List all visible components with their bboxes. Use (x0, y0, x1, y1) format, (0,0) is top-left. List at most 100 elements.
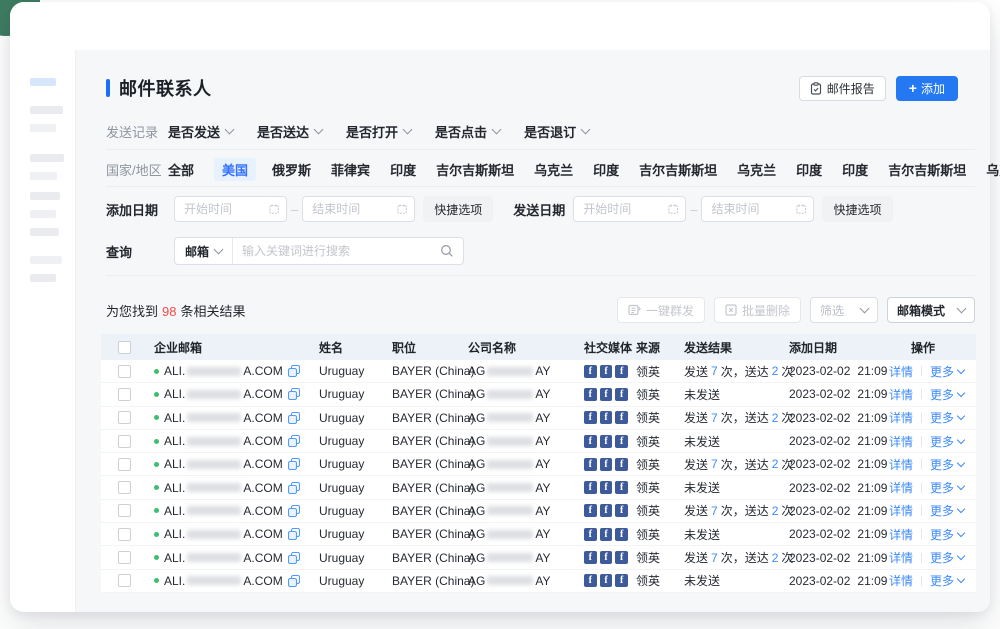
send-date-quick-options-button[interactable]: 快捷选项 (822, 196, 892, 222)
mail-report-button[interactable]: 邮件报告 (799, 76, 886, 101)
sidebar-item-skeleton[interactable] (30, 228, 59, 236)
facebook-icon[interactable]: f (615, 435, 628, 448)
send-filter-dropdown[interactable]: 是否打开 (346, 122, 411, 141)
detail-link[interactable]: 详情 (889, 386, 913, 403)
send-filter-dropdown[interactable]: 是否发送 (168, 122, 233, 141)
more-link[interactable]: 更多 (930, 433, 964, 450)
copy-icon[interactable] (288, 482, 300, 494)
country-option[interactable]: 乌克兰 (534, 160, 573, 179)
facebook-icon[interactable]: f (584, 528, 597, 541)
country-option[interactable]: 印度 (593, 160, 619, 179)
detail-link[interactable]: 详情 (889, 456, 913, 473)
more-link[interactable]: 更多 (930, 572, 964, 589)
country-option[interactable]: 全部 (168, 160, 194, 179)
more-link[interactable]: 更多 (930, 526, 964, 543)
facebook-icon[interactable]: f (584, 504, 597, 517)
country-option[interactable]: 乌克兰 (737, 160, 776, 179)
mailbox-mode-select[interactable]: 邮箱模式 (887, 297, 975, 323)
copy-icon[interactable] (288, 528, 300, 540)
row-checkbox[interactable] (118, 551, 131, 564)
country-option[interactable]: 印度 (390, 160, 416, 179)
row-checkbox[interactable] (118, 365, 131, 378)
add-date-quick-options-button[interactable]: 快捷选项 (423, 196, 493, 222)
sidebar-item-skeleton[interactable] (30, 256, 62, 264)
facebook-icon[interactable]: f (600, 574, 613, 587)
detail-link[interactable]: 详情 (889, 502, 913, 519)
row-checkbox[interactable] (118, 574, 131, 587)
sidebar-item-skeleton[interactable] (30, 154, 64, 162)
row-checkbox[interactable] (118, 458, 131, 471)
send-filter-dropdown[interactable]: 是否退订 (524, 122, 589, 141)
detail-link[interactable]: 详情 (889, 433, 913, 450)
copy-icon[interactable] (288, 365, 300, 377)
more-link[interactable]: 更多 (930, 479, 964, 496)
filter-select[interactable]: 筛选 (810, 297, 878, 323)
facebook-icon[interactable]: f (600, 458, 613, 471)
sidebar-item-skeleton[interactable] (30, 124, 56, 132)
country-option[interactable]: 菲律宾 (331, 160, 370, 179)
sidebar-item-skeleton[interactable] (30, 210, 56, 218)
add-contact-button[interactable]: + 添加 (896, 76, 958, 101)
more-link[interactable]: 更多 (930, 502, 964, 519)
copy-icon[interactable] (288, 388, 300, 400)
facebook-icon[interactable]: f (600, 388, 613, 401)
copy-icon[interactable] (288, 552, 300, 564)
facebook-icon[interactable]: f (615, 458, 628, 471)
more-link[interactable]: 更多 (930, 409, 964, 426)
sidebar-item-skeleton[interactable] (30, 106, 63, 114)
facebook-icon[interactable]: f (615, 388, 628, 401)
country-option[interactable]: 吉尔吉斯斯坦 (639, 160, 717, 179)
sidebar-item-skeleton[interactable] (30, 274, 56, 282)
facebook-icon[interactable]: f (584, 481, 597, 494)
facebook-icon[interactable]: f (600, 435, 613, 448)
sidebar-item-skeleton[interactable] (30, 172, 57, 180)
more-link[interactable]: 更多 (930, 363, 964, 380)
country-option[interactable]: 吉尔吉斯斯坦 (888, 160, 966, 179)
more-link[interactable]: 更多 (930, 549, 964, 566)
detail-link[interactable]: 详情 (889, 572, 913, 589)
send-filter-dropdown[interactable]: 是否送达 (257, 122, 322, 141)
copy-icon[interactable] (288, 435, 300, 447)
facebook-icon[interactable]: f (615, 504, 628, 517)
facebook-icon[interactable]: f (584, 551, 597, 564)
row-checkbox[interactable] (118, 435, 131, 448)
facebook-icon[interactable]: f (584, 574, 597, 587)
query-field-select[interactable]: 邮箱 (175, 238, 233, 264)
bulk-delete-button[interactable]: 批量删除 (714, 297, 801, 323)
facebook-icon[interactable]: f (600, 365, 613, 378)
copy-icon[interactable] (288, 458, 300, 470)
send-date-start-input[interactable] (573, 196, 686, 222)
search-input[interactable] (233, 244, 440, 258)
facebook-icon[interactable]: f (584, 435, 597, 448)
add-date-end-input[interactable] (302, 196, 415, 222)
country-option[interactable]: 印度 (842, 160, 868, 179)
facebook-icon[interactable]: f (584, 388, 597, 401)
facebook-icon[interactable]: f (600, 504, 613, 517)
facebook-icon[interactable]: f (600, 528, 613, 541)
detail-link[interactable]: 详情 (889, 526, 913, 543)
more-link[interactable]: 更多 (930, 456, 964, 473)
country-option[interactable]: 印度 (796, 160, 822, 179)
facebook-icon[interactable]: f (615, 411, 628, 424)
country-option[interactable]: 吉尔吉斯斯坦 (436, 160, 514, 179)
row-checkbox[interactable] (118, 411, 131, 424)
country-option[interactable]: 俄罗斯 (272, 160, 311, 179)
detail-link[interactable]: 详情 (889, 549, 913, 566)
row-checkbox[interactable] (118, 504, 131, 517)
add-date-start-input[interactable] (174, 196, 287, 222)
facebook-icon[interactable]: f (615, 574, 628, 587)
facebook-icon[interactable]: f (615, 528, 628, 541)
detail-link[interactable]: 详情 (889, 479, 913, 496)
row-checkbox[interactable] (118, 481, 131, 494)
detail-link[interactable]: 详情 (889, 363, 913, 380)
sidebar-item-skeleton[interactable] (30, 192, 60, 200)
country-option[interactable]: 美国 (214, 158, 256, 181)
select-all-checkbox[interactable] (118, 341, 131, 354)
send-filter-dropdown[interactable]: 是否点击 (435, 122, 500, 141)
facebook-icon[interactable]: f (615, 481, 628, 494)
facebook-icon[interactable]: f (600, 481, 613, 494)
detail-link[interactable]: 详情 (889, 409, 913, 426)
facebook-icon[interactable]: f (584, 365, 597, 378)
row-checkbox[interactable] (118, 528, 131, 541)
sidebar-item-active-skeleton[interactable] (30, 78, 56, 86)
